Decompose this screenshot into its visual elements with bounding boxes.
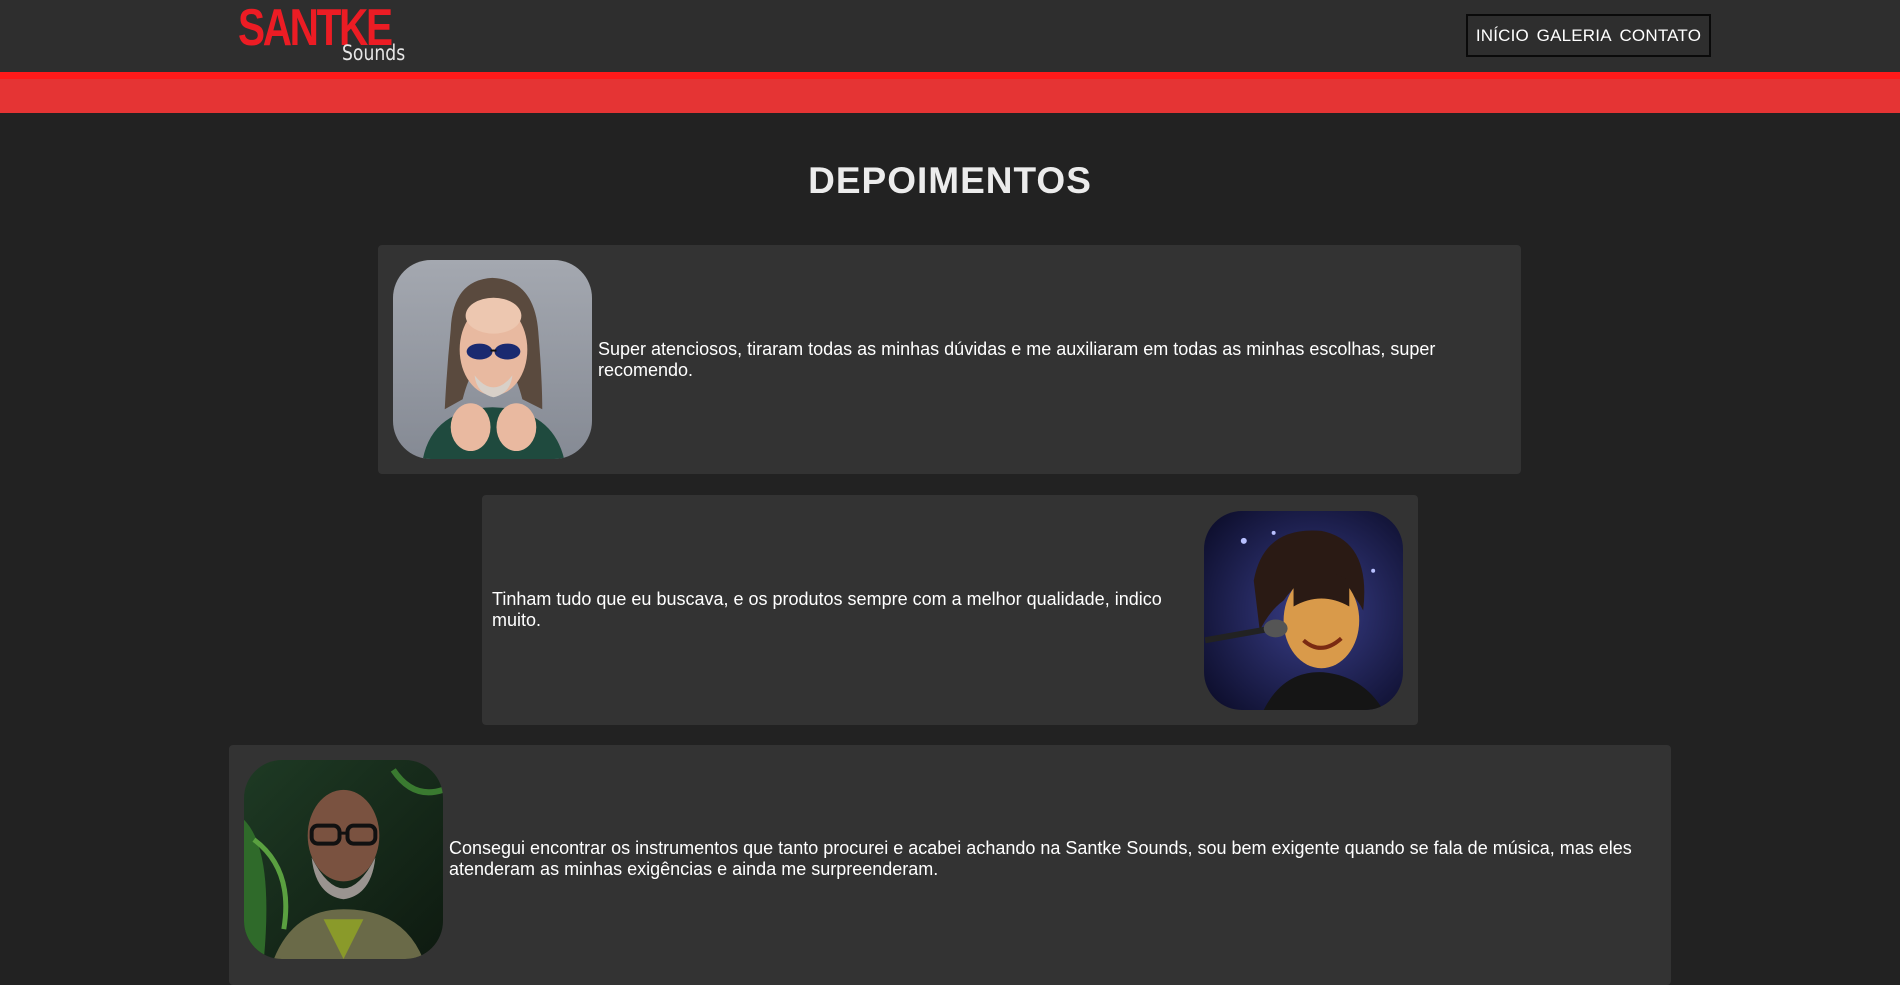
testimonial-text: Consegui encontrar os instrumentos que t… (449, 838, 1632, 879)
page-title: DEPOIMENTOS (808, 160, 1092, 201)
testimonial-photo (244, 760, 443, 959)
testimonial-photo (393, 260, 592, 459)
testimonial-photo (1204, 510, 1403, 710)
testimonial-card: Tinham tudo que eu buscava, e os produto… (482, 495, 1418, 725)
bald-man-glasses-beard-photo (244, 760, 443, 959)
nav-link-contato[interactable]: CONTATO (1619, 26, 1701, 46)
testimonial-text: Super atenciosos, tiraram todas as minha… (598, 338, 1436, 380)
testimonial-text: Tinham tudo que eu buscava, e os produto… (492, 589, 1162, 630)
singer-with-microphone-photo (1204, 510, 1403, 710)
site-header: SANTKE Sounds INÍCIO GALERIA CONTATO (0, 0, 1900, 72)
logo-subtitle: Sounds (342, 41, 406, 65)
header-red-band (0, 79, 1900, 113)
main-nav: INÍCIO GALERIA CONTATO (1466, 14, 1711, 57)
santke-logo[interactable]: SANTKE Sounds (238, 2, 408, 68)
nav-link-galeria[interactable]: GALERIA (1537, 26, 1612, 46)
nav-link-inicio[interactable]: INÍCIO (1476, 26, 1529, 46)
header-red-line (0, 72, 1900, 79)
testimonial-card: Consegui encontrar os instrumentos que t… (229, 745, 1671, 985)
testimonial-card: Super atenciosos, tiraram todas as minha… (378, 245, 1521, 474)
man-long-hair-sunglasses-photo (393, 260, 592, 459)
